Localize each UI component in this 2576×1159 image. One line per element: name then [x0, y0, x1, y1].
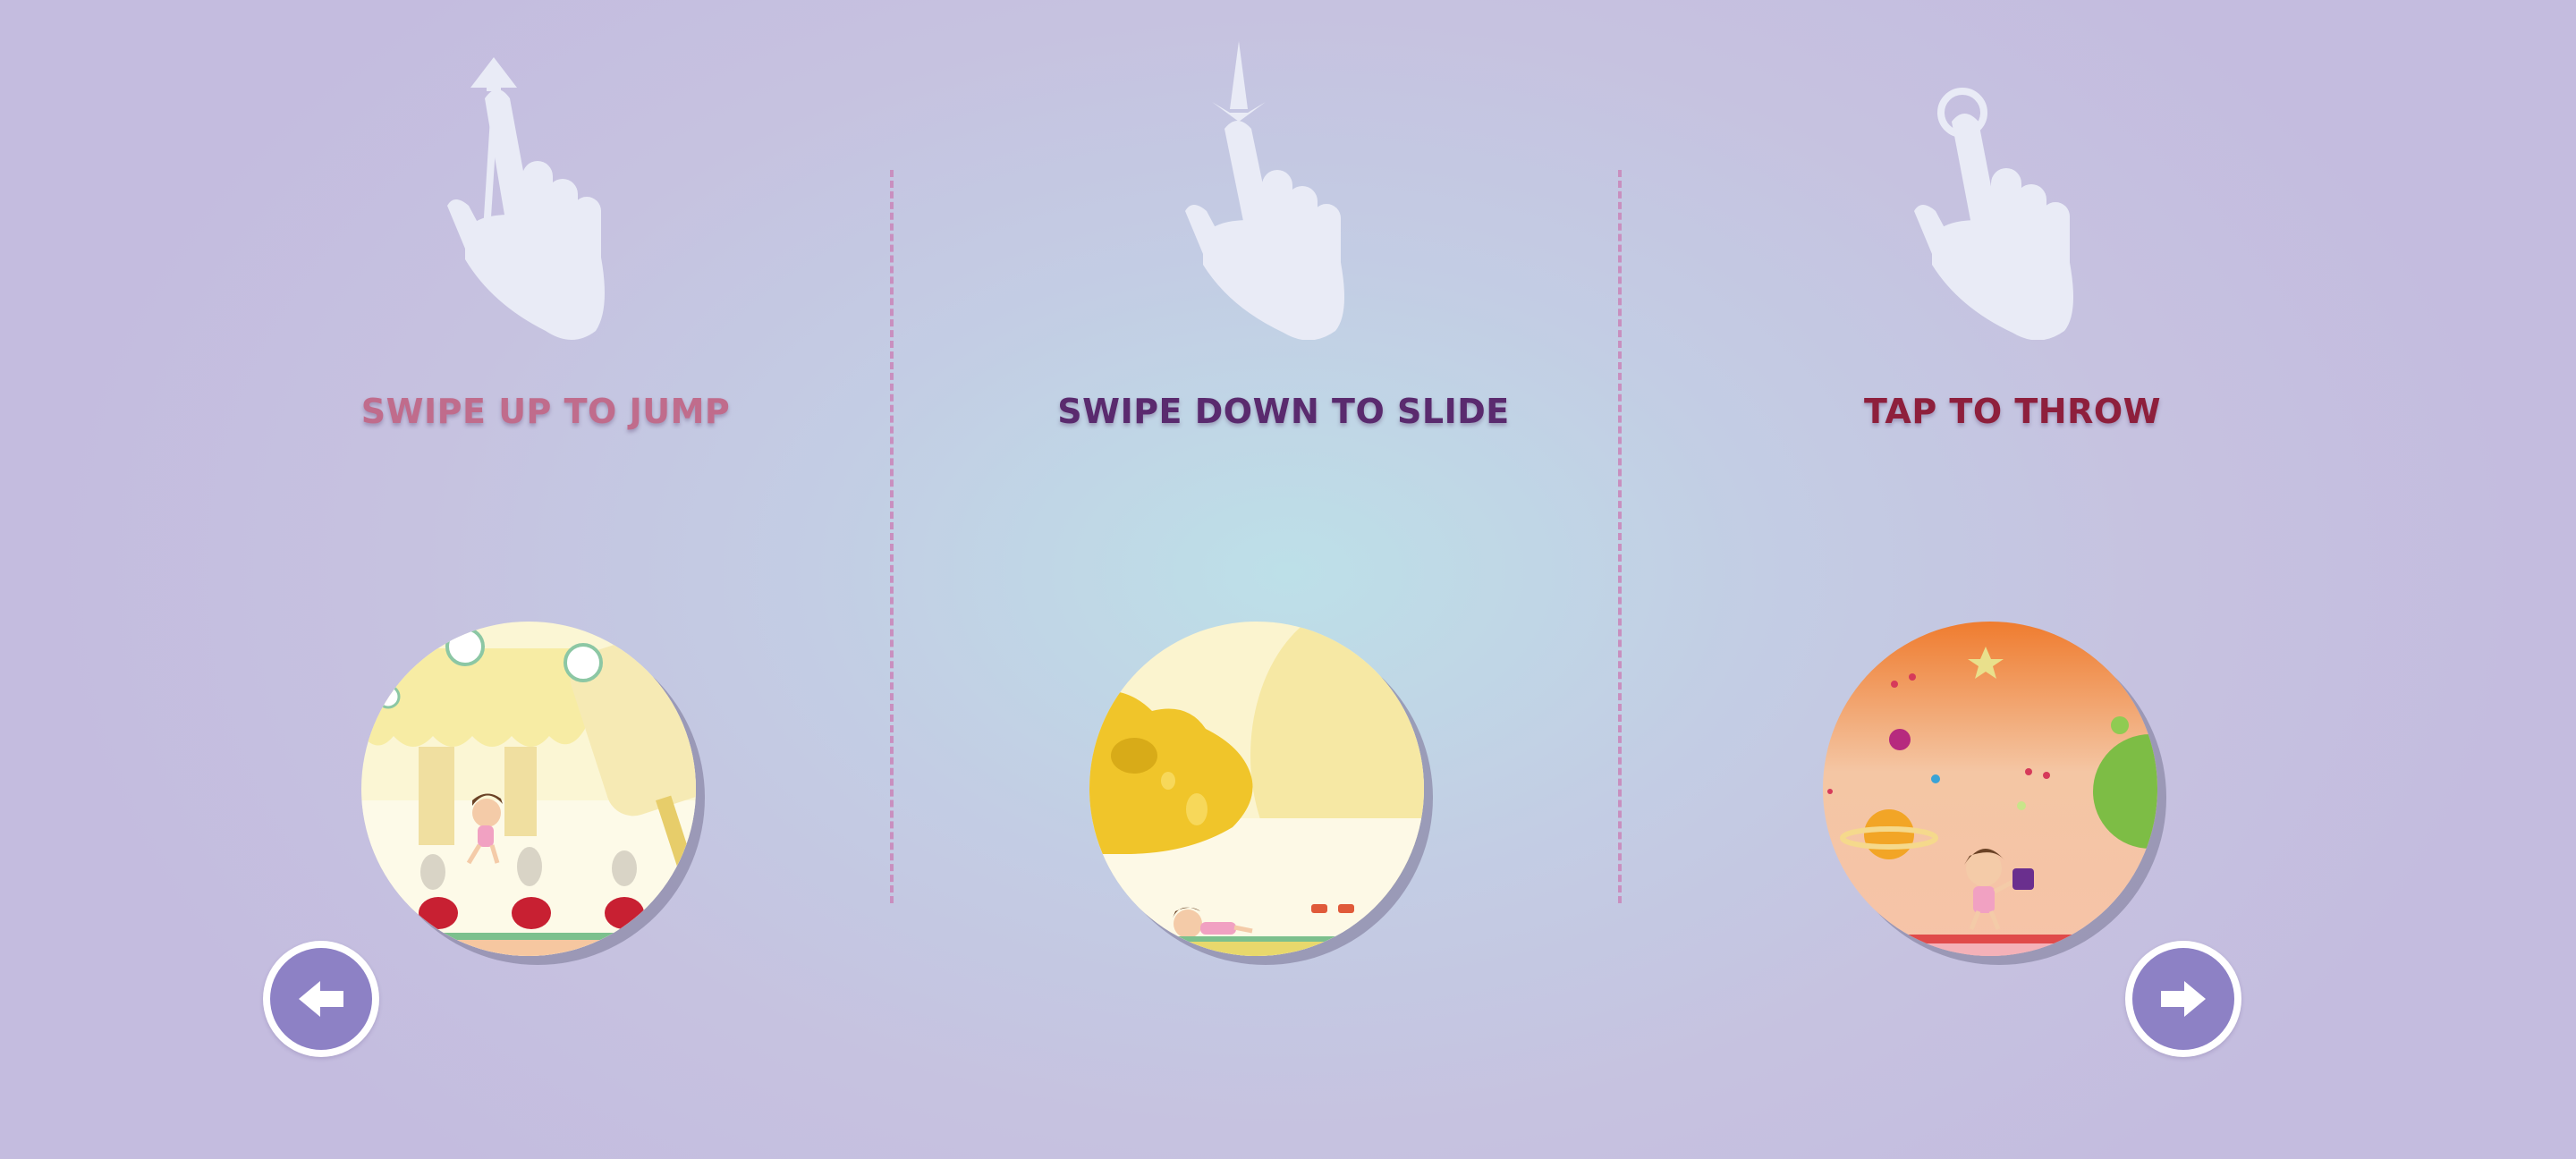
instruction-title: TAP TO THROW: [1863, 392, 2162, 431]
instruction-title: SWIPE UP TO JUMP: [360, 392, 731, 431]
next-button[interactable]: [2125, 941, 2241, 1057]
jump-scene-preview: [361, 622, 696, 956]
panel-divider: [890, 170, 894, 903]
instruction-panel-slide: SWIPE DOWN TO SLIDE: [917, 0, 1650, 1159]
instruction-title: SWIPE DOWN TO SLIDE: [1057, 392, 1510, 431]
swipe-up-hand-icon: [438, 36, 653, 340]
instruction-panel-throw: TAP TO THROW: [1646, 0, 2379, 1159]
arrow-left-icon: [270, 948, 372, 1050]
swipe-down-hand-icon: [1176, 36, 1391, 341]
panel-divider: [1618, 170, 1622, 903]
slide-scene-preview: [1089, 622, 1424, 956]
tap-hand-icon: [1905, 36, 2120, 341]
throw-scene-preview: [1823, 622, 2157, 956]
previous-button[interactable]: [263, 941, 379, 1057]
arrow-right-icon: [2132, 948, 2234, 1050]
